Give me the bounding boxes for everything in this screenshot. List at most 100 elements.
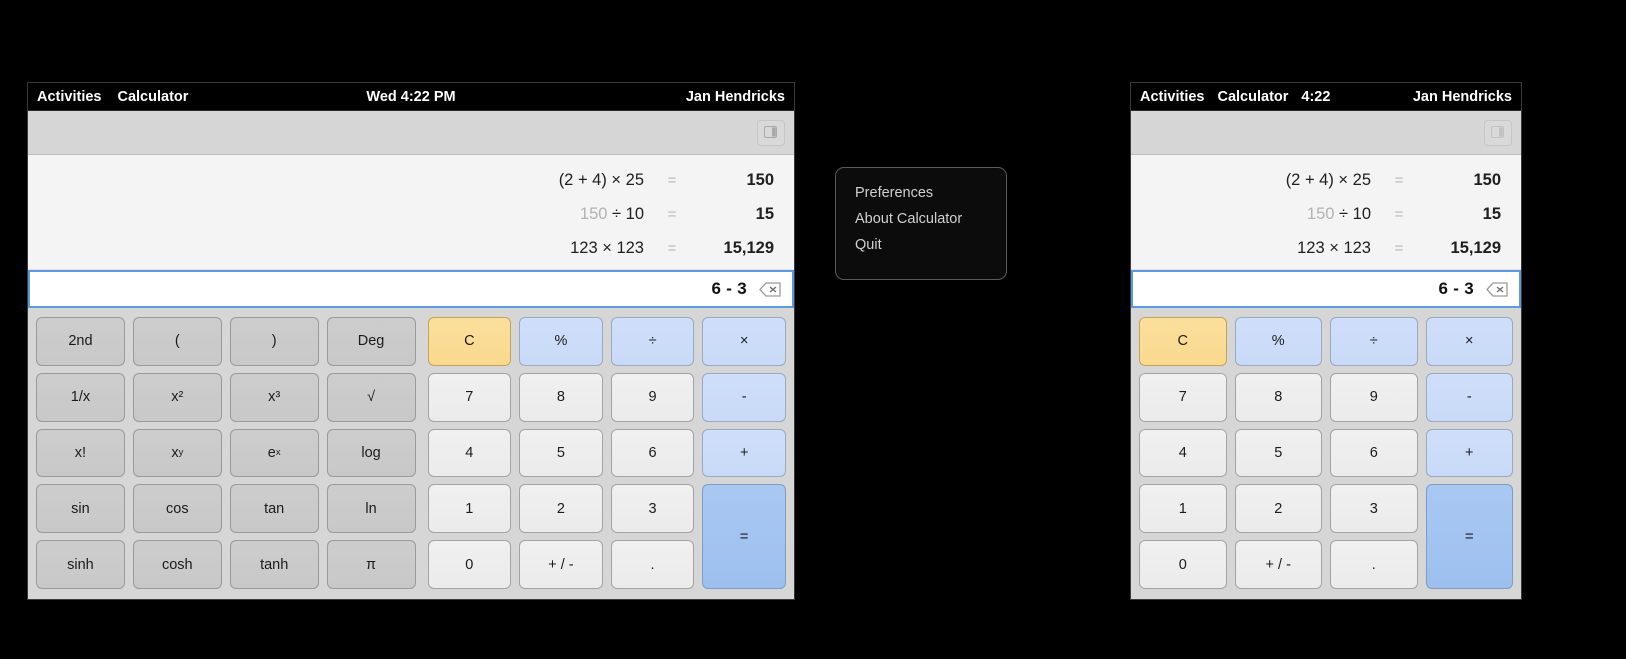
key-exp-e[interactable]: ex — [230, 429, 319, 478]
key-percent[interactable]: % — [1235, 317, 1323, 366]
key-0[interactable]: 0 — [1139, 540, 1227, 589]
history-result: 15 — [700, 205, 774, 224]
history-row[interactable]: (2 + 4) × 25 = 150 — [1151, 163, 1501, 197]
entry-value: 6 - 3 — [711, 279, 747, 299]
key-sinh[interactable]: sinh — [36, 540, 125, 589]
history-result: 15 — [1427, 205, 1501, 224]
keypads: C % ÷ × 7 8 9 - 4 5 6 + 1 2 3 = 0 + / - … — [1131, 308, 1521, 599]
key-5[interactable]: 5 — [1235, 429, 1323, 478]
key-minus[interactable]: - — [702, 373, 786, 422]
key-equals[interactable]: = — [1426, 484, 1514, 589]
open-panel-icon[interactable] — [1484, 120, 1512, 146]
key-8[interactable]: 8 — [519, 373, 603, 422]
key-pi[interactable]: π — [327, 540, 416, 589]
key-plus[interactable]: + — [702, 429, 786, 478]
activities-button[interactable]: Activities — [37, 89, 101, 105]
backspace-icon[interactable] — [1486, 282, 1508, 297]
key-tanh[interactable]: tanh — [230, 540, 319, 589]
calculator-window-advanced[interactable]: Activities Calculator Wed 4:22 PM Jan He… — [27, 82, 795, 600]
history-result: 15,129 — [1427, 239, 1501, 258]
key-ln[interactable]: ln — [327, 484, 416, 533]
history-equals-sign: = — [1371, 172, 1427, 189]
menu-item-preferences[interactable]: Preferences — [836, 180, 1006, 206]
key-4[interactable]: 4 — [1139, 429, 1227, 478]
activities-button[interactable]: Activities — [1140, 89, 1204, 105]
key-sign-toggle[interactable]: + / - — [519, 540, 603, 589]
history-expression: 123 × 123 — [570, 239, 644, 258]
history-row[interactable]: 150 ÷ 10 = 15 — [1151, 197, 1501, 231]
user-menu[interactable]: Jan Hendricks — [1413, 89, 1512, 105]
key-8[interactable]: 8 — [1235, 373, 1323, 422]
key-6[interactable]: 6 — [1330, 429, 1418, 478]
app-context-menu[interactable]: Preferences About Calculator Quit — [835, 167, 1007, 280]
open-panel-icon[interactable] — [757, 120, 785, 146]
history-result: 15,129 — [700, 239, 774, 258]
key-close-paren[interactable]: ) — [230, 317, 319, 366]
key-3[interactable]: 3 — [611, 484, 695, 533]
key-square[interactable]: x² — [133, 373, 222, 422]
backspace-icon[interactable] — [759, 282, 781, 297]
basic-keypad: C % ÷ × 7 8 9 - 4 5 6 + 1 2 3 = 0 + / - … — [428, 317, 787, 589]
key-5[interactable]: 5 — [519, 429, 603, 478]
calculator-entry[interactable]: 6 - 3 — [28, 270, 794, 308]
key-sqrt[interactable]: √ — [327, 373, 416, 422]
key-2[interactable]: 2 — [1235, 484, 1323, 533]
key-cosh[interactable]: cosh — [133, 540, 222, 589]
history-row[interactable]: (2 + 4) × 25 = 150 — [48, 163, 774, 197]
app-menu-button[interactable]: Calculator — [1217, 89, 1288, 105]
history-equals-sign: = — [1371, 206, 1427, 223]
keypads: 2nd ( ) Deg 1/x x² x³ √ x! xy ex log sin… — [28, 308, 794, 599]
key-log[interactable]: log — [327, 429, 416, 478]
user-menu[interactable]: Jan Hendricks — [686, 89, 785, 105]
app-menu-button[interactable]: Calculator — [117, 89, 188, 105]
key-power-xy[interactable]: xy — [133, 429, 222, 478]
key-open-paren[interactable]: ( — [133, 317, 222, 366]
key-deg[interactable]: Deg — [327, 317, 416, 366]
key-7[interactable]: 7 — [428, 373, 512, 422]
key-0[interactable]: 0 — [428, 540, 512, 589]
history-expression: (2 + 4) × 25 — [559, 171, 644, 190]
key-multiply[interactable]: × — [702, 317, 786, 366]
history-row[interactable]: 150 ÷ 10 = 15 — [48, 197, 774, 231]
key-2[interactable]: 2 — [519, 484, 603, 533]
key-decimal-point[interactable]: . — [611, 540, 695, 589]
key-plus[interactable]: + — [1426, 429, 1514, 478]
key-tan[interactable]: tan — [230, 484, 319, 533]
key-9[interactable]: 9 — [611, 373, 695, 422]
key-decimal-point[interactable]: . — [1330, 540, 1418, 589]
key-divide[interactable]: ÷ — [611, 317, 695, 366]
key-7[interactable]: 7 — [1139, 373, 1227, 422]
key-equals[interactable]: = — [702, 484, 786, 589]
key-3[interactable]: 3 — [1330, 484, 1418, 533]
key-cube[interactable]: x³ — [230, 373, 319, 422]
key-minus[interactable]: - — [1426, 373, 1514, 422]
clock[interactable]: Wed 4:22 PM — [366, 89, 455, 105]
key-clear[interactable]: C — [428, 317, 512, 366]
history-expression-dim-prefix: 150 — [580, 205, 608, 223]
history-expression-dim-prefix: 150 — [1307, 205, 1335, 223]
key-reciprocal[interactable]: 1/x — [36, 373, 125, 422]
key-4[interactable]: 4 — [428, 429, 512, 478]
key-cos[interactable]: cos — [133, 484, 222, 533]
key-factorial[interactable]: x! — [36, 429, 125, 478]
calculator-window-basic[interactable]: Activities Calculator 4:22 Jan Hendricks… — [1130, 82, 1522, 600]
key-multiply[interactable]: × — [1426, 317, 1514, 366]
key-clear[interactable]: C — [1139, 317, 1227, 366]
history-row[interactable]: 123 × 123 = 15,129 — [48, 231, 774, 265]
key-6[interactable]: 6 — [611, 429, 695, 478]
key-9[interactable]: 9 — [1330, 373, 1418, 422]
clock[interactable]: 4:22 — [1301, 89, 1330, 105]
history-expression: 150 ÷ 10 — [580, 205, 644, 224]
key-sin[interactable]: sin — [36, 484, 125, 533]
key-1[interactable]: 1 — [1139, 484, 1227, 533]
advanced-keypad: 2nd ( ) Deg 1/x x² x³ √ x! xy ex log sin… — [36, 317, 416, 589]
key-sign-toggle[interactable]: + / - — [1235, 540, 1323, 589]
key-2nd[interactable]: 2nd — [36, 317, 125, 366]
key-percent[interactable]: % — [519, 317, 603, 366]
menu-item-about-calculator[interactable]: About Calculator — [836, 206, 1006, 232]
key-1[interactable]: 1 — [428, 484, 512, 533]
history-row[interactable]: 123 × 123 = 15,129 — [1151, 231, 1501, 265]
calculator-entry[interactable]: 6 - 3 — [1131, 270, 1521, 308]
menu-item-quit[interactable]: Quit — [836, 232, 1006, 258]
key-divide[interactable]: ÷ — [1330, 317, 1418, 366]
